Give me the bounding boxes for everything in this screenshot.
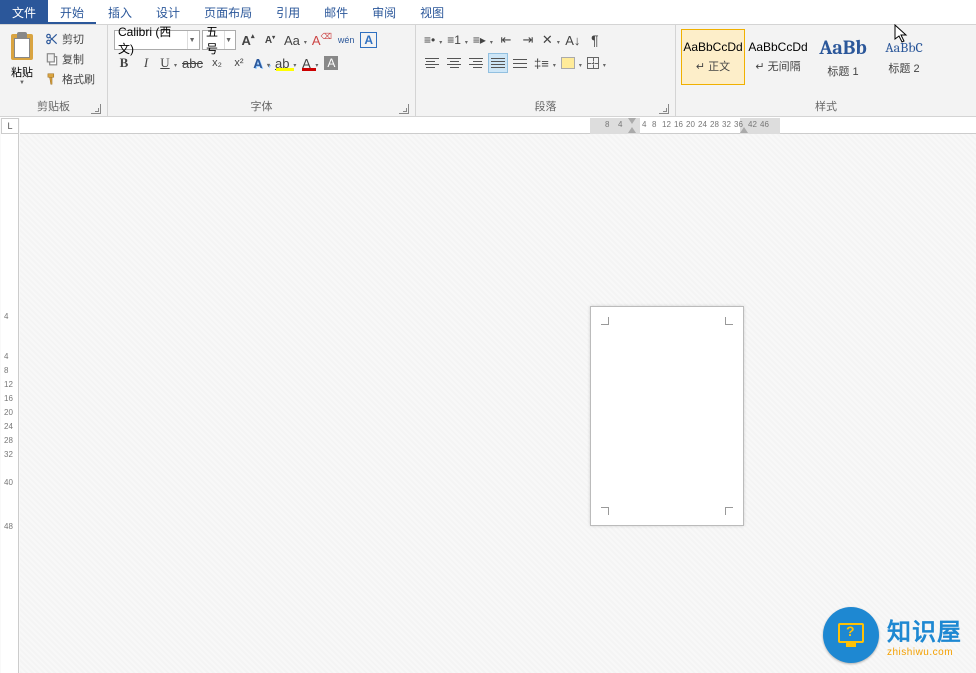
superscript-button[interactable]: x² — [229, 53, 249, 73]
watermark-logo: 知识屋 zhishiwu.com — [823, 607, 962, 663]
bold-button[interactable]: B — [114, 53, 134, 73]
paste-icon — [9, 32, 35, 62]
margin-corner-icon — [725, 507, 733, 515]
multilevel-button[interactable]: ≡▸ — [471, 30, 494, 50]
margin-corner-icon — [601, 507, 609, 515]
paragraph-launcher[interactable] — [659, 104, 669, 114]
sort-button[interactable]: A↓ — [563, 30, 583, 50]
numbering-button[interactable]: ≡1 — [445, 30, 469, 50]
line-spacing-button[interactable]: ‡≡ — [532, 53, 557, 73]
font-name-combo[interactable]: Calibri (西文)▼ — [114, 30, 200, 50]
shading-icon — [561, 57, 575, 69]
indent-icon: ⇥ — [522, 32, 533, 48]
font-size-combo[interactable]: 五号▼ — [202, 30, 236, 50]
scissors-icon — [45, 32, 59, 46]
group-styles: AaBbCcDd ↵ 正文 AaBbCcDd ↵ 无间隔 AaBb 标题 1 A… — [676, 25, 976, 116]
style-normal[interactable]: AaBbCcDd ↵ 正文 — [681, 29, 745, 85]
ruler-corner[interactable]: L — [1, 118, 19, 134]
brush-icon — [45, 72, 59, 86]
align-distribute-button[interactable] — [510, 53, 530, 73]
numbering-icon: ≡1 — [447, 33, 461, 47]
watermark-url: zhishiwu.com — [887, 647, 962, 658]
copy-button[interactable]: 复制 — [42, 50, 98, 68]
format-painter-button[interactable]: 格式刷 — [42, 70, 98, 88]
pilcrow-icon: ¶ — [591, 32, 599, 48]
char-border-button[interactable]: A — [358, 30, 379, 50]
menu-design[interactable]: 设计 — [144, 0, 192, 24]
align-left-button[interactable] — [422, 53, 442, 73]
styles-group-label: 样式 — [680, 96, 972, 116]
increase-indent-button[interactable]: ⇥ — [518, 30, 538, 50]
outdent-icon: ⇤ — [500, 32, 511, 48]
margin-corner-icon — [601, 317, 609, 325]
highlight-button[interactable]: ab — [273, 53, 297, 73]
menu-layout[interactable]: 页面布局 — [192, 0, 264, 24]
paragraph-group-label: 段落 — [420, 96, 671, 116]
show-marks-button[interactable]: ¶ — [585, 30, 605, 50]
group-clipboard: 粘贴 ▼ 剪切 复制 格式刷 剪贴板 — [0, 25, 108, 116]
vertical-ruler[interactable]: 4 4 8 12 16 20 24 28 32 40 48 — [1, 134, 19, 673]
font-color-button[interactable]: A — [299, 53, 319, 73]
align-justify-button[interactable] — [488, 53, 508, 73]
style-heading1[interactable]: AaBb 标题 1 — [811, 29, 875, 85]
menu-review[interactable]: 审阅 — [360, 0, 408, 24]
menu-home[interactable]: 开始 — [48, 0, 96, 24]
menu-mail[interactable]: 邮件 — [312, 0, 360, 24]
sort-icon: A↓ — [565, 33, 580, 48]
paste-button[interactable]: 粘贴 ▼ — [4, 28, 40, 96]
char-shading-button[interactable]: A — [321, 53, 341, 73]
bullets-icon: ≡• — [424, 33, 435, 47]
horizontal-ruler[interactable]: 8 4 4 8 12 16 20 24 28 32 36 42 46 — [20, 118, 976, 134]
align-right-button[interactable] — [466, 53, 486, 73]
style-no-spacing[interactable]: AaBbCcDd ↵ 无间隔 — [746, 29, 810, 85]
underline-button[interactable]: U — [158, 53, 178, 73]
styles-gallery[interactable]: AaBbCcDd ↵ 正文 AaBbCcDd ↵ 无间隔 AaBb 标题 1 A… — [680, 28, 933, 96]
line-spacing-icon: ‡≡ — [534, 56, 549, 71]
document-canvas[interactable] — [20, 134, 976, 673]
shading-button[interactable] — [559, 53, 583, 73]
asian-layout-button[interactable]: ✕ — [540, 30, 561, 50]
margin-corner-icon — [725, 317, 733, 325]
paste-label: 粘贴 — [11, 64, 33, 80]
ribbon: 粘贴 ▼ 剪切 复制 格式刷 剪贴板 — [0, 25, 976, 117]
group-font: Calibri (西文)▼ 五号▼ A▴ A▾ Aa A⌫ wén A B I … — [108, 25, 416, 116]
hanging-indent-marker[interactable] — [628, 127, 636, 133]
italic-button[interactable]: I — [136, 53, 156, 73]
text-effects-button[interactable]: A — [251, 53, 271, 73]
phonetic-guide-button[interactable]: wén — [336, 30, 357, 50]
group-paragraph: ≡• ≡1 ≡▸ ⇤ ⇥ ✕ A↓ ¶ ‡≡ — [416, 25, 676, 116]
menu-insert[interactable]: 插入 — [96, 0, 144, 24]
menu-file[interactable]: 文件 — [0, 0, 48, 24]
clipboard-launcher[interactable] — [91, 104, 101, 114]
asian-layout-icon: ✕ — [542, 32, 553, 48]
bullets-button[interactable]: ≡• — [422, 30, 443, 50]
shrink-font-button[interactable]: A▾ — [260, 30, 280, 50]
borders-icon — [587, 57, 599, 69]
decrease-indent-button[interactable]: ⇤ — [496, 30, 516, 50]
font-group-label: 字体 — [112, 96, 411, 116]
borders-button[interactable] — [585, 53, 607, 73]
menu-bar: 文件 开始 插入 设计 页面布局 引用 邮件 审阅 视图 — [0, 0, 976, 25]
cut-button[interactable]: 剪切 — [42, 30, 98, 48]
copy-icon — [45, 52, 59, 66]
style-heading2[interactable]: AaBbC 标题 2 — [876, 29, 932, 85]
align-center-button[interactable] — [444, 53, 464, 73]
logo-icon — [823, 607, 879, 663]
subscript-button[interactable]: x₂ — [207, 53, 227, 73]
change-case-button[interactable]: Aa — [282, 30, 308, 50]
clear-format-button[interactable]: A⌫ — [310, 30, 334, 50]
watermark-title: 知识屋 — [887, 612, 962, 647]
menu-view[interactable]: 视图 — [408, 0, 456, 24]
grow-font-button[interactable]: A▴ — [238, 30, 258, 50]
document-page[interactable] — [590, 306, 744, 526]
document-workspace: L 8 4 4 8 12 16 20 24 28 32 36 42 46 4 4… — [0, 118, 976, 673]
menu-references[interactable]: 引用 — [264, 0, 312, 24]
strikethrough-button[interactable]: abc — [180, 53, 205, 73]
font-launcher[interactable] — [399, 104, 409, 114]
first-line-indent-marker[interactable] — [628, 118, 636, 124]
multilevel-icon: ≡▸ — [473, 33, 486, 47]
clipboard-group-label: 剪贴板 — [4, 96, 103, 116]
